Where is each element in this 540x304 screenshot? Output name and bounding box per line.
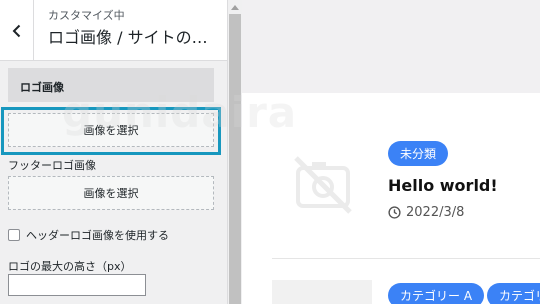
watermark: gunidaira bbox=[62, 88, 298, 137]
category-badge[interactable]: 未分類 bbox=[388, 141, 449, 166]
image-off-icon bbox=[294, 156, 352, 214]
post-divider bbox=[272, 258, 540, 259]
logo-max-height-input[interactable] bbox=[8, 274, 146, 296]
customizing-label: カスタマイズ中 bbox=[48, 9, 125, 22]
post-date-text: 2022/3/8 bbox=[406, 205, 465, 220]
header-area bbox=[242, 0, 540, 93]
post-date: 2022/3/8 bbox=[388, 205, 464, 220]
site-preview: 未分類 Hello world! 2022/3/8 カテゴリー A カテゴリー bbox=[242, 0, 540, 304]
logo-max-height-label: ロゴの最大の高さ（px） bbox=[8, 260, 132, 273]
post-title[interactable]: Hello world! bbox=[388, 176, 498, 195]
use-header-logo-checkbox[interactable] bbox=[8, 229, 20, 241]
footer-logo-label: フッターロゴ画像 bbox=[8, 159, 96, 172]
next-post-thumbnail[interactable] bbox=[272, 280, 372, 304]
clock-icon bbox=[388, 206, 401, 219]
tag-badge[interactable]: カテゴリー A bbox=[388, 283, 485, 304]
back-button[interactable] bbox=[0, 0, 34, 61]
sidebar-header: カスタマイズ中 ロゴ画像 / サイトの… bbox=[0, 0, 227, 61]
use-header-logo-option[interactable]: ヘッダーロゴ画像を使用する bbox=[8, 227, 169, 243]
use-header-logo-label: ヘッダーロゴ画像を使用する bbox=[26, 229, 169, 242]
tag-badge[interactable]: カテゴリー bbox=[487, 283, 540, 304]
sidebar-scrollbar[interactable] bbox=[228, 0, 242, 304]
panel-title: ロゴ画像 / サイトの… bbox=[48, 28, 208, 47]
chevron-left-icon bbox=[12, 24, 20, 37]
scrollbar-thumb[interactable] bbox=[229, 14, 241, 304]
customizer-sidebar: カスタマイズ中 ロゴ画像 / サイトの… ロゴ画像 画像を選択 フッターロゴ画像… bbox=[0, 0, 228, 304]
select-footer-logo-button[interactable]: 画像を選択 bbox=[8, 176, 214, 210]
scroll-up-arrow-icon[interactable] bbox=[228, 0, 242, 14]
